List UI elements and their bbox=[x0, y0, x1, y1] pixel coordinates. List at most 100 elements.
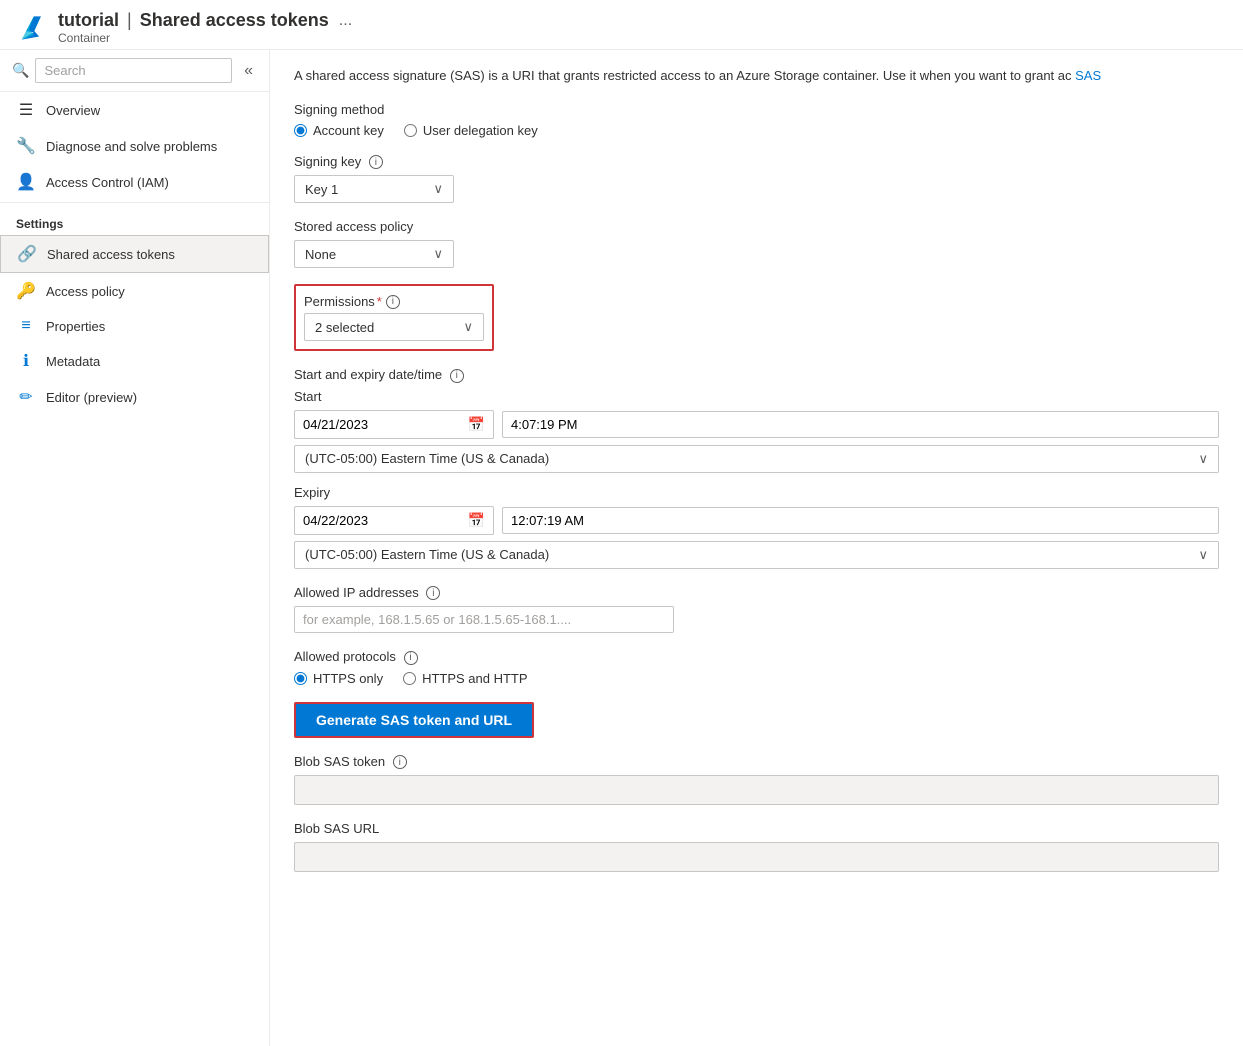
blob-sas-token-label-text: Blob SAS token bbox=[294, 754, 385, 769]
start-date-time-row: 📅 bbox=[294, 410, 1219, 439]
expiry-timezone-chevron: ∨ bbox=[1198, 547, 1208, 563]
sidebar-item-access-policy[interactable]: 🔑 Access policy bbox=[0, 273, 269, 309]
start-timezone-chevron: ∨ bbox=[1198, 451, 1208, 467]
signing-key-group: Signing key i Key 1 ∨ bbox=[294, 154, 1219, 204]
expiry-time-field[interactable] bbox=[502, 507, 1219, 534]
stored-access-policy-group: Stored access policy None ∨ bbox=[294, 219, 1219, 268]
user-delegation-radio-label[interactable]: User delegation key bbox=[404, 123, 538, 138]
sidebar-item-label: Editor (preview) bbox=[46, 390, 137, 405]
blob-sas-token-group: Blob SAS token i bbox=[294, 754, 1219, 806]
page-title: Shared access tokens bbox=[140, 10, 329, 31]
permissions-select[interactable]: 2 selected ∨ bbox=[304, 313, 484, 341]
sidebar-item-label: Access Control (IAM) bbox=[46, 175, 169, 190]
divider bbox=[0, 202, 269, 203]
allowed-ip-label: Allowed IP addresses i bbox=[294, 585, 1219, 601]
expiry-label: Expiry bbox=[294, 485, 1219, 500]
expiry-timezone-select[interactable]: (UTC-05:00) Eastern Time (US & Canada) ∨ bbox=[294, 541, 1219, 569]
sidebar-item-metadata[interactable]: ℹ Metadata bbox=[0, 343, 269, 379]
account-key-label: Account key bbox=[313, 123, 384, 138]
sidebar-item-diagnose[interactable]: 🔧 Diagnose and solve problems bbox=[0, 128, 269, 164]
user-delegation-radio[interactable] bbox=[404, 124, 417, 137]
signing-method-radio-group: Account key User delegation key bbox=[294, 123, 1219, 138]
permissions-info-icon[interactable]: i bbox=[386, 295, 400, 309]
sas-description: A shared access signature (SAS) is a URI… bbox=[294, 66, 1219, 86]
sidebar-item-label: Metadata bbox=[46, 354, 100, 369]
overview-icon: ☰ bbox=[16, 100, 36, 120]
allowed-protocols-info-icon[interactable]: i bbox=[404, 651, 418, 665]
allowed-ip-input[interactable] bbox=[294, 606, 674, 633]
sidebar-item-overview[interactable]: ☰ Overview bbox=[0, 92, 269, 128]
blob-sas-token-info-icon[interactable]: i bbox=[393, 755, 407, 769]
sidebar-item-label: Diagnose and solve problems bbox=[46, 139, 217, 154]
permissions-value: 2 selected bbox=[315, 320, 374, 335]
sidebar-item-label: Shared access tokens bbox=[47, 247, 175, 262]
search-box: 🔍 « bbox=[0, 50, 269, 92]
signing-method-label: Signing method bbox=[294, 102, 1219, 117]
search-input[interactable] bbox=[35, 58, 232, 83]
sidebar-item-editor[interactable]: ✏ Editor (preview) bbox=[0, 379, 269, 415]
sidebar-item-shared-access-tokens[interactable]: 🔗 Shared access tokens bbox=[0, 235, 269, 273]
signing-key-chevron: ∨ bbox=[433, 181, 443, 197]
expiry-date-time-row: 📅 bbox=[294, 506, 1219, 535]
account-key-radio[interactable] bbox=[294, 124, 307, 137]
allowed-ip-info-icon[interactable]: i bbox=[426, 586, 440, 600]
https-http-radio-label[interactable]: HTTPS and HTTP bbox=[403, 671, 527, 686]
permissions-required: * bbox=[377, 294, 382, 309]
sidebar-item-label: Access policy bbox=[46, 284, 125, 299]
expiry-date-input[interactable]: 📅 bbox=[294, 506, 494, 535]
expiry-calendar-icon[interactable]: 📅 bbox=[468, 512, 485, 529]
start-expiry-info-icon[interactable]: i bbox=[450, 369, 464, 383]
start-label: Start bbox=[294, 389, 1219, 404]
signing-key-info-icon[interactable]: i bbox=[369, 155, 383, 169]
allowed-ip-group: Allowed IP addresses i bbox=[294, 585, 1219, 634]
user-delegation-label: User delegation key bbox=[423, 123, 538, 138]
diagnose-icon: 🔧 bbox=[16, 136, 36, 156]
blob-sas-token-output bbox=[294, 775, 1219, 805]
properties-icon: ≡ bbox=[16, 317, 36, 335]
app-name: tutorial bbox=[58, 10, 119, 31]
start-date-input[interactable]: 📅 bbox=[294, 410, 494, 439]
sidebar: 🔍 « ☰ Overview 🔧 Diagnose and solve prob… bbox=[0, 50, 270, 1046]
stored-access-policy-value: None bbox=[305, 247, 336, 262]
allowed-protocols-label: Allowed protocols i bbox=[294, 649, 1219, 665]
search-icon: 🔍 bbox=[12, 62, 29, 79]
settings-section-title: Settings bbox=[0, 205, 269, 235]
subtitle: Container bbox=[58, 31, 352, 45]
https-http-radio[interactable] bbox=[403, 672, 416, 685]
signing-method-group: Signing method Account key User delegati… bbox=[294, 102, 1219, 138]
signing-key-select[interactable]: Key 1 ∨ bbox=[294, 175, 454, 203]
sidebar-item-label: Properties bbox=[46, 319, 105, 334]
sidebar-item-iam[interactable]: 👤 Access Control (IAM) bbox=[0, 164, 269, 200]
sidebar-item-label: Overview bbox=[46, 103, 100, 118]
start-timezone-select[interactable]: (UTC-05:00) Eastern Time (US & Canada) ∨ bbox=[294, 445, 1219, 473]
account-key-radio-label[interactable]: Account key bbox=[294, 123, 384, 138]
shared-access-icon: 🔗 bbox=[17, 244, 37, 264]
blob-sas-url-output bbox=[294, 842, 1219, 872]
permissions-label-row: Permissions * i bbox=[304, 294, 484, 309]
azure-logo bbox=[16, 12, 48, 44]
blob-sas-token-label: Blob SAS token i bbox=[294, 754, 1219, 770]
start-timezone-value: (UTC-05:00) Eastern Time (US & Canada) bbox=[305, 451, 549, 466]
start-calendar-icon[interactable]: 📅 bbox=[468, 416, 485, 433]
allowed-protocols-label-text: Allowed protocols bbox=[294, 649, 396, 664]
editor-icon: ✏ bbox=[16, 387, 36, 407]
start-expiry-label-text: Start and expiry date/time bbox=[294, 367, 442, 382]
https-http-label: HTTPS and HTTP bbox=[422, 671, 527, 686]
start-date-field[interactable] bbox=[303, 417, 413, 432]
stored-access-policy-chevron: ∨ bbox=[433, 246, 443, 262]
ellipsis-menu[interactable]: ... bbox=[339, 12, 352, 30]
https-only-radio[interactable] bbox=[294, 672, 307, 685]
https-only-radio-label[interactable]: HTTPS only bbox=[294, 671, 383, 686]
signing-key-value: Key 1 bbox=[305, 182, 338, 197]
title-bar: tutorial | Shared access tokens ... Cont… bbox=[0, 0, 1243, 50]
sas-link[interactable]: SAS bbox=[1075, 68, 1101, 83]
collapse-button[interactable]: « bbox=[240, 60, 257, 82]
generate-sas-button[interactable]: Generate SAS token and URL bbox=[294, 702, 534, 738]
sidebar-item-properties[interactable]: ≡ Properties bbox=[0, 309, 269, 343]
signing-key-label-text: Signing key bbox=[294, 154, 361, 169]
expiry-date-field[interactable] bbox=[303, 513, 413, 528]
start-time-field[interactable] bbox=[502, 411, 1219, 438]
stored-access-policy-select[interactable]: None ∨ bbox=[294, 240, 454, 268]
blob-sas-url-label: Blob SAS URL bbox=[294, 821, 1219, 836]
expiry-timezone-value: (UTC-05:00) Eastern Time (US & Canada) bbox=[305, 547, 549, 562]
